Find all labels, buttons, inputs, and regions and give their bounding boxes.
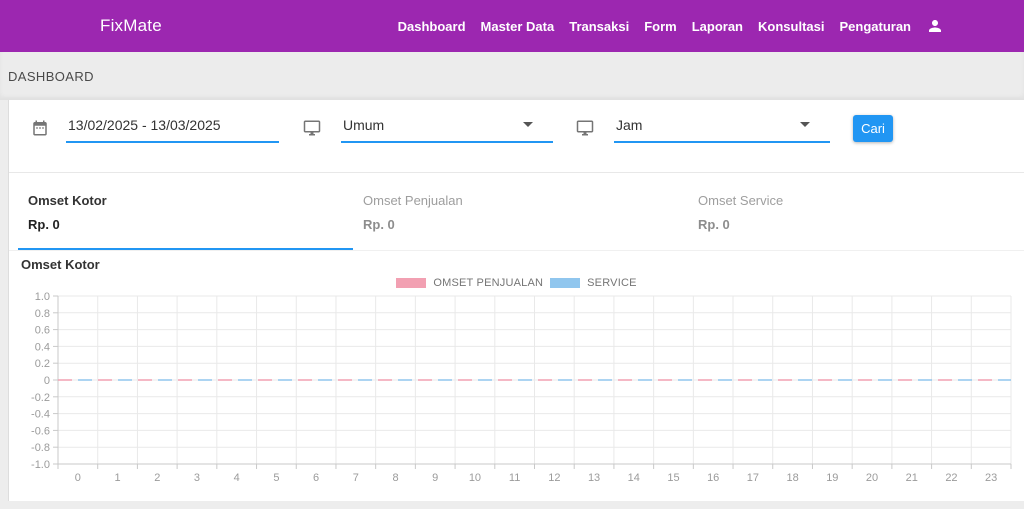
svg-text:-0.2: -0.2 [31, 392, 50, 404]
chevron-down-icon [523, 122, 533, 127]
tab-omset-service[interactable]: Omset Service Rp. 0 [688, 173, 1023, 250]
svg-text:-1.0: -1.0 [31, 459, 50, 471]
svg-text:8: 8 [392, 472, 398, 484]
chart-legend: OMSET PENJUALAN SERVICE [9, 277, 1024, 289]
svg-text:1.0: 1.0 [35, 291, 50, 303]
nav-item-master-data[interactable]: Master Data [481, 19, 555, 34]
stat-label: Omset Penjualan [363, 193, 688, 208]
monitor-icon [303, 119, 321, 137]
search-button[interactable]: Cari [853, 115, 893, 142]
monitor-icon [576, 119, 594, 137]
category-select-value: Umum [343, 117, 384, 133]
svg-text:-0.8: -0.8 [31, 442, 50, 454]
svg-text:14: 14 [628, 472, 640, 484]
legend-label: SERVICE [587, 277, 637, 289]
svg-text:1: 1 [115, 472, 121, 484]
breadcrumb: DASHBOARD [0, 52, 1024, 100]
legend-label: OMSET PENJUALAN [433, 277, 543, 289]
stat-tabs: Omset Kotor Rp. 0 Omset Penjualan Rp. 0 … [9, 173, 1024, 251]
svg-text:17: 17 [747, 472, 759, 484]
nav-item-form[interactable]: Form [644, 19, 677, 34]
nav-item-laporan[interactable]: Laporan [692, 19, 743, 34]
stat-label: Omset Service [698, 193, 1023, 208]
filter-row: 13/02/2025 - 13/03/2025 Umum Jam Cari [9, 100, 1024, 173]
brand-logo[interactable]: FixMate [100, 16, 162, 36]
legend-swatch-pink [396, 278, 426, 288]
chart-section: Omset Kotor OMSET PENJUALAN SERVICE 1.0 0… [9, 251, 1024, 487]
legend-item-omset-penjualan[interactable]: OMSET PENJUALAN [396, 277, 543, 289]
svg-text:12: 12 [548, 472, 560, 484]
svg-text:6: 6 [313, 472, 319, 484]
svg-text:23: 23 [985, 472, 997, 484]
svg-text:0.2: 0.2 [35, 358, 50, 370]
stat-value: Rp. 0 [28, 217, 353, 232]
svg-text:13: 13 [588, 472, 600, 484]
svg-text:0.8: 0.8 [35, 308, 50, 320]
svg-text:4: 4 [234, 472, 240, 484]
svg-text:7: 7 [353, 472, 359, 484]
nav-item-pengaturan[interactable]: Pengaturan [839, 19, 911, 34]
nav-item-transaksi[interactable]: Transaksi [569, 19, 629, 34]
svg-text:16: 16 [707, 472, 719, 484]
interval-select-value: Jam [616, 117, 642, 133]
svg-text:5: 5 [273, 472, 279, 484]
svg-text:3: 3 [194, 472, 200, 484]
svg-text:0.6: 0.6 [35, 325, 50, 337]
stat-value: Rp. 0 [698, 217, 1023, 232]
svg-text:2: 2 [154, 472, 160, 484]
svg-text:-0.4: -0.4 [31, 409, 50, 421]
tab-omset-penjualan[interactable]: Omset Penjualan Rp. 0 [353, 173, 688, 250]
svg-text:11: 11 [509, 472, 520, 484]
dashboard-card: 13/02/2025 - 13/03/2025 Umum Jam Cari Om… [8, 100, 1024, 501]
svg-text:-0.6: -0.6 [31, 425, 50, 437]
svg-text:21: 21 [906, 472, 918, 484]
legend-swatch-blue [550, 278, 580, 288]
svg-text:0: 0 [75, 472, 81, 484]
line-chart: 1.00.80.60.40.20-0.2-0.4-0.6-0.8-1.00123… [13, 289, 1021, 487]
nav-item-konsultasi[interactable]: Konsultasi [758, 19, 824, 34]
tab-omset-kotor[interactable]: Omset Kotor Rp. 0 [18, 173, 353, 250]
calendar-icon [31, 119, 49, 137]
nav-item-dashboard[interactable]: Dashboard [398, 19, 466, 34]
stat-label: Omset Kotor [28, 193, 353, 208]
svg-text:20: 20 [866, 472, 878, 484]
svg-text:18: 18 [786, 472, 798, 484]
stat-value: Rp. 0 [363, 217, 688, 232]
svg-text:0: 0 [44, 375, 50, 387]
legend-item-service[interactable]: SERVICE [550, 277, 637, 289]
page-title: DASHBOARD [8, 69, 94, 84]
svg-text:15: 15 [667, 472, 679, 484]
interval-select[interactable]: Jam [614, 113, 830, 143]
main-nav: Dashboard Master Data Transaksi Form Lap… [398, 17, 944, 35]
chart-title: Omset Kotor [9, 257, 1024, 272]
svg-text:22: 22 [945, 472, 957, 484]
svg-text:19: 19 [826, 472, 838, 484]
svg-text:0.4: 0.4 [35, 341, 50, 353]
svg-text:10: 10 [469, 472, 481, 484]
category-select[interactable]: Umum [341, 113, 553, 143]
app-header: FixMate Dashboard Master Data Transaksi … [0, 0, 1024, 52]
user-account-icon[interactable] [926, 17, 944, 35]
chevron-down-icon [800, 122, 810, 127]
date-range-input[interactable]: 13/02/2025 - 13/03/2025 [66, 113, 279, 143]
svg-text:9: 9 [432, 472, 438, 484]
